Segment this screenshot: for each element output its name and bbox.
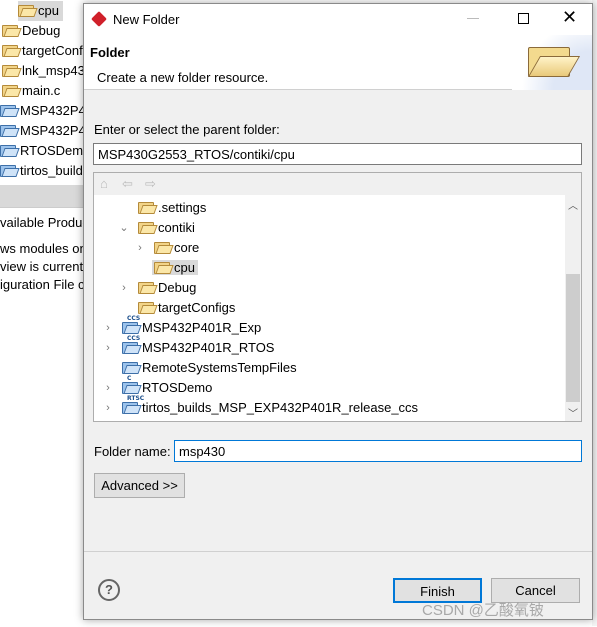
folder-icon [2, 44, 18, 57]
folder-icon [2, 24, 18, 37]
tree-item[interactable]: › Debug [118, 278, 199, 298]
tree-item-label: targetConfigs [158, 300, 236, 315]
tree-item-label: .settings [158, 200, 207, 215]
explorer-item-label: lnk_msp430 [22, 63, 93, 78]
panel-line: iguration File c [0, 277, 85, 292]
help-icon[interactable]: ? [98, 579, 120, 601]
chevron-right-icon[interactable]: › [102, 318, 114, 338]
title-bar: New Folder ✕ [84, 4, 592, 35]
chevron-right-icon[interactable]: › [102, 338, 114, 358]
explorer-item-label: RTOSDemo [20, 143, 91, 158]
folder-icon [138, 281, 154, 294]
button-divider [84, 551, 592, 552]
folder-wizard-icon [524, 47, 581, 79]
tree-toolbar: ⌂ ⇦ ⇨ [94, 173, 581, 195]
header-description: Create a new folder resource. [97, 70, 269, 85]
project-icon: C [122, 376, 138, 394]
panel-line: ws modules on [0, 241, 87, 256]
project-icon [0, 164, 16, 177]
folder-icon [154, 261, 170, 274]
folder-icon [138, 301, 154, 314]
parent-folder-input[interactable] [93, 143, 582, 165]
tree-item[interactable]: ⌄ contiki [118, 218, 198, 238]
header-title: Folder [90, 45, 130, 60]
project-icon [0, 144, 16, 157]
tree-item-label: MSP432P401R_Exp [142, 320, 262, 335]
tree-item[interactable]: RemoteSystemsTempFiles [102, 358, 300, 378]
project-icon [0, 104, 16, 117]
tree-item[interactable]: › C RTOSDemo [102, 376, 215, 398]
tree-item[interactable]: .settings [118, 198, 209, 218]
explorer-item-label: Debug [22, 23, 61, 38]
tree-item[interactable]: › RTSC tirtos_builds_MSP_EXP432P401R_relea… [102, 396, 421, 418]
tree-item-label: cpu [174, 260, 195, 275]
forward-icon[interactable]: ⇨ [145, 173, 156, 195]
explorer-item[interactable]: main.c [2, 81, 60, 101]
tree-item-label: Debug [158, 280, 197, 295]
linker-file-icon [2, 64, 18, 77]
dialog-title: New Folder [113, 12, 180, 27]
project-explorer: cpu Debug targetConfigs lnk_msp430 main.c MSP… [0, 0, 152, 185]
tree-item-label: RTOSDemo [142, 380, 213, 395]
parent-folder-label: Enter or select the parent folder: [94, 122, 280, 137]
project-badge: CCS [126, 335, 142, 342]
explorer-item[interactable]: cpu [18, 1, 63, 21]
folder-icon [138, 201, 154, 214]
maximize-button[interactable] [518, 13, 529, 24]
scroll-down-icon[interactable]: ﹀ [568, 405, 578, 420]
folder-icon [138, 221, 154, 234]
close-button[interactable]: ✕ [562, 7, 577, 28]
tree-item-label: MSP432P401R_RTOS [142, 340, 275, 355]
explorer-item[interactable]: RTOSDemo [0, 141, 90, 161]
chevron-right-icon[interactable]: › [118, 278, 130, 298]
project-badge: RTSC [126, 395, 146, 402]
watermark: CSDN @乙酸氧铍 [422, 602, 544, 619]
c-file-icon [2, 84, 18, 97]
project-badge: CCS [126, 315, 142, 322]
product-panel: vailable Products ws modules on view is … [0, 207, 99, 627]
project-icon [122, 361, 138, 374]
folder-icon [18, 4, 34, 17]
explorer-item-label: cpu [38, 3, 59, 18]
tree-item[interactable]: › core [134, 238, 202, 258]
folder-icon [154, 241, 170, 254]
folder-name-input[interactable] [174, 440, 582, 462]
panel-line: view is current [0, 259, 84, 274]
tree-item[interactable]: › CCS MSP432P401R_RTOS [102, 336, 277, 358]
tree-item-label: core [174, 240, 200, 255]
tree-item-label: RemoteSystemsTempFiles [142, 360, 297, 375]
project-badge: C [126, 375, 133, 382]
chevron-right-icon[interactable]: › [134, 238, 146, 258]
explorer-item-label: main.c [22, 83, 61, 98]
project-icon: CCS [122, 316, 142, 334]
chevron-right-icon[interactable]: › [102, 378, 114, 398]
project-icon: CCS [122, 336, 142, 354]
minimize-button[interactable] [467, 18, 479, 19]
folder-name-label: Folder name: [94, 444, 171, 459]
back-icon[interactable]: ⇦ [122, 173, 133, 195]
explorer-item[interactable]: Debug [2, 21, 60, 41]
project-icon: RTSC [122, 396, 146, 414]
home-icon[interactable]: ⌂ [100, 173, 108, 195]
wizard-header: Folder Create a new folder resource. [84, 35, 592, 90]
new-folder-dialog: New Folder ✕ Folder Create a new folder … [83, 3, 593, 620]
chevron-down-icon[interactable]: ⌄ [118, 218, 130, 238]
scroll-thumb[interactable] [566, 274, 580, 402]
tree-scrollbar[interactable]: ︿ ﹀ [565, 195, 581, 421]
project-icon [0, 124, 16, 137]
scroll-up-icon[interactable]: ︿ [568, 197, 578, 212]
tree-item-label: contiki [158, 220, 195, 235]
panel-divider [0, 185, 83, 207]
app-icon [91, 11, 107, 27]
tree-item-label: tirtos_builds_MSP_EXP432P401R_release_cc… [142, 400, 419, 415]
chevron-right-icon[interactable]: › [102, 398, 114, 418]
tree-item[interactable]: cpu [134, 258, 198, 278]
advanced-button[interactable]: Advanced >> [94, 473, 185, 498]
explorer-item[interactable]: lnk_msp430 [2, 61, 92, 81]
folder-tree: ⌂ ⇦ ⇨ .settings ⌄ contiki › core cpu › Debug tar… [93, 172, 582, 422]
